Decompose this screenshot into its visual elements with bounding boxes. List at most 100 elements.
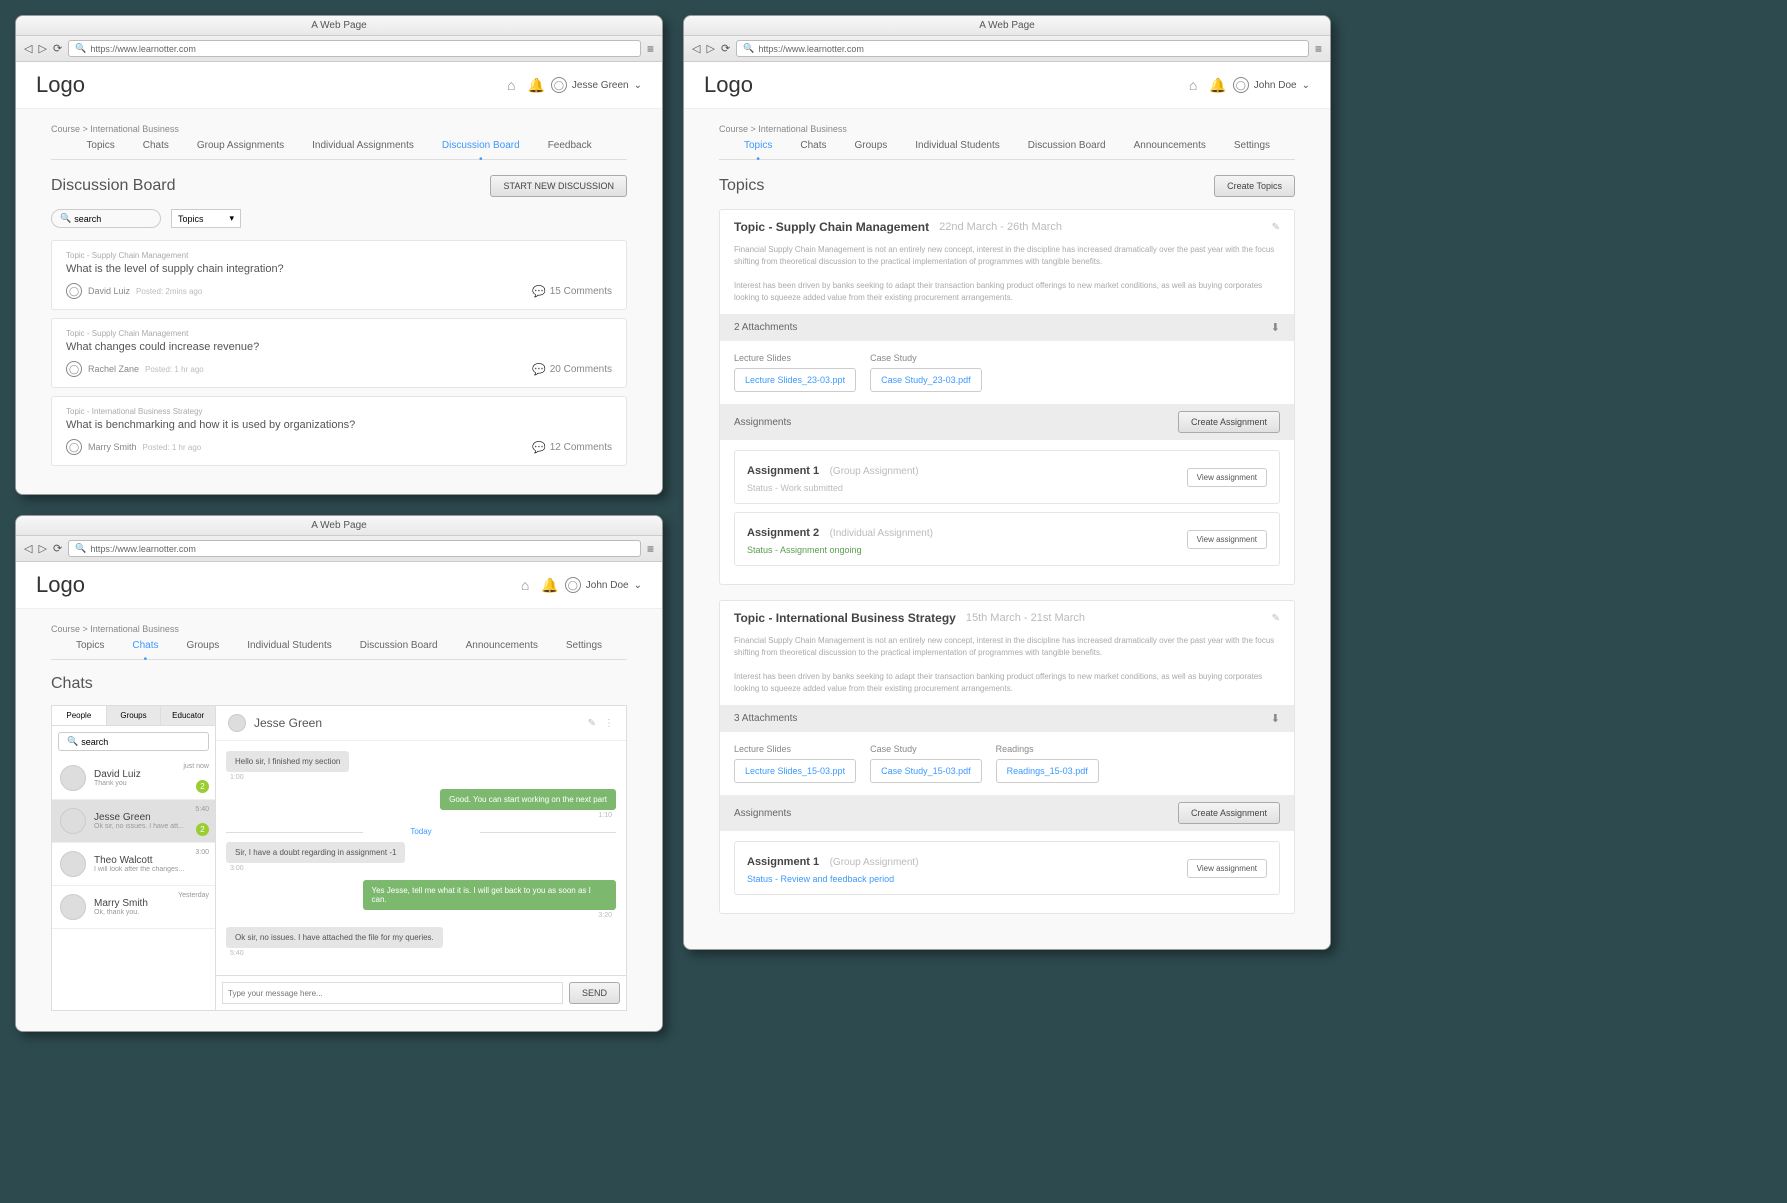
url-bar[interactable]: 🔍 https://www.learnotter.com xyxy=(736,40,1309,57)
edit-icon[interactable]: ✎ xyxy=(1272,222,1280,233)
message-bubble: Sir, I have a doubt regarding in assignm… xyxy=(226,842,405,863)
attachment: Case Study Case Study_23-03.pdf xyxy=(870,353,982,392)
forward-icon[interactable]: ▷ xyxy=(38,542,46,555)
tab-chats[interactable]: Chats xyxy=(132,640,158,651)
tab-announcements[interactable]: Announcements xyxy=(1134,140,1206,151)
contact-search[interactable]: 🔍 search xyxy=(58,732,209,751)
sidetab-educator[interactable]: Educator xyxy=(161,706,215,725)
post-time: Posted: 1 hr ago xyxy=(145,365,204,374)
tab-individual-assignments[interactable]: Individual Assignments xyxy=(312,140,414,151)
create-topics-button[interactable]: Create Topics xyxy=(1214,175,1295,197)
post-question: What changes could increase revenue? xyxy=(66,341,612,353)
tab-chats[interactable]: Chats xyxy=(800,140,826,151)
sidetab-people[interactable]: People xyxy=(52,706,107,725)
edit-icon[interactable]: ✎ xyxy=(588,718,596,729)
view-assignment-button[interactable]: View assignment xyxy=(1187,530,1267,549)
forward-icon[interactable]: ▷ xyxy=(706,42,714,55)
view-assignment-button[interactable]: View assignment xyxy=(1187,859,1267,878)
contact-name: Jesse Green xyxy=(94,812,207,823)
tab-discussion-board[interactable]: Discussion Board xyxy=(1028,140,1106,151)
message-input[interactable] xyxy=(222,982,563,1004)
home-icon[interactable]: ⌂ xyxy=(521,577,529,593)
message-time: 3:20 xyxy=(598,912,612,919)
post-topic: Topic - International Business Strategy xyxy=(66,407,612,416)
tab-group-assignments[interactable]: Group Assignments xyxy=(197,140,284,151)
contact-item[interactable]: David Luiz Thank you just now 2 xyxy=(52,757,215,800)
forward-icon[interactable]: ▷ xyxy=(38,42,46,55)
tab-discussion-board[interactable]: Discussion Board xyxy=(442,140,520,151)
logo: Logo xyxy=(704,72,1183,98)
more-icon[interactable]: ⋮ xyxy=(604,718,614,729)
menu-icon[interactable]: ≡ xyxy=(1315,42,1322,56)
contact-item[interactable]: Theo Walcott I will look after the chang… xyxy=(52,843,215,886)
url-bar[interactable]: 🔍 https://www.learnotter.com xyxy=(68,40,641,57)
discussion-post[interactable]: Topic - Supply Chain Management What is … xyxy=(51,240,627,310)
user-menu[interactable]: ◯Jesse Green ⌄ xyxy=(551,77,642,93)
start-discussion-button[interactable]: START NEW DISCUSSION xyxy=(490,175,627,197)
send-button[interactable]: SEND xyxy=(569,982,620,1004)
create-assignment-button[interactable]: Create Assignment xyxy=(1178,411,1280,433)
tab-groups[interactable]: Groups xyxy=(186,640,219,651)
tab-topics[interactable]: Topics xyxy=(744,140,772,151)
filter-dropdown[interactable]: Topics▾ xyxy=(171,209,241,228)
attachment-file[interactable]: Lecture Slides_23-03.ppt xyxy=(734,368,856,392)
logo: Logo xyxy=(36,572,515,598)
bell-icon[interactable]: 🔔 xyxy=(1209,77,1226,94)
menu-icon[interactable]: ≡ xyxy=(647,542,654,556)
url-bar[interactable]: 🔍 https://www.learnotter.com xyxy=(68,540,641,557)
reload-icon[interactable]: ⟳ xyxy=(721,42,730,55)
tab-announcements[interactable]: Announcements xyxy=(466,640,538,651)
menu-icon[interactable]: ≡ xyxy=(647,42,654,56)
bell-icon[interactable]: 🔔 xyxy=(541,577,558,594)
comments-count[interactable]: 💬 20 Comments xyxy=(532,363,612,376)
user-menu[interactable]: ◯John Doe ⌄ xyxy=(1233,77,1310,93)
search-input[interactable]: 🔍 search xyxy=(51,209,161,228)
contact-item[interactable]: Jesse Green Ok sir, no issues. I have at… xyxy=(52,800,215,843)
breadcrumb[interactable]: Course > International Business xyxy=(51,624,627,634)
view-assignment-button[interactable]: View assignment xyxy=(1187,468,1267,487)
nav-tabs: Topics Chats Groups Individual Students Disc… xyxy=(719,140,1295,160)
back-icon[interactable]: ◁ xyxy=(24,542,32,555)
tab-chats[interactable]: Chats xyxy=(143,140,169,151)
attachment-file[interactable]: Case Study_23-03.pdf xyxy=(870,368,982,392)
contact-name: Theo Walcott xyxy=(94,855,207,866)
home-icon[interactable]: ⌂ xyxy=(1189,77,1197,93)
contact-time: Yesterday xyxy=(178,892,209,899)
avatar xyxy=(60,894,86,920)
attachment-file[interactable]: Readings_15-03.pdf xyxy=(996,759,1099,783)
back-icon[interactable]: ◁ xyxy=(692,42,700,55)
reload-icon[interactable]: ⟳ xyxy=(53,542,62,555)
home-icon[interactable]: ⌂ xyxy=(507,77,515,93)
unread-badge: 2 xyxy=(196,780,209,793)
edit-icon[interactable]: ✎ xyxy=(1272,613,1280,624)
tab-settings[interactable]: Settings xyxy=(1234,140,1270,151)
contact-preview: Thank you xyxy=(94,780,207,787)
day-separator: Today xyxy=(226,827,616,836)
discussion-post[interactable]: Topic - International Business Strategy … xyxy=(51,396,627,466)
comments-count[interactable]: 💬 12 Comments xyxy=(532,441,612,454)
download-icon[interactable]: ⬇ xyxy=(1271,321,1280,334)
attachment-file[interactable]: Case Study_15-03.pdf xyxy=(870,759,982,783)
tab-individual-students[interactable]: Individual Students xyxy=(915,140,1000,151)
sidetab-groups[interactable]: Groups xyxy=(107,706,162,725)
create-assignment-button[interactable]: Create Assignment xyxy=(1178,802,1280,824)
assignment-type: (Group Assignment) xyxy=(830,857,919,868)
tab-groups[interactable]: Groups xyxy=(854,140,887,151)
back-icon[interactable]: ◁ xyxy=(24,42,32,55)
tab-topics[interactable]: Topics xyxy=(76,640,104,651)
tab-feedback[interactable]: Feedback xyxy=(548,140,592,151)
tab-settings[interactable]: Settings xyxy=(566,640,602,651)
download-icon[interactable]: ⬇ xyxy=(1271,712,1280,725)
reload-icon[interactable]: ⟳ xyxy=(53,42,62,55)
user-menu[interactable]: ◯John Doe ⌄ xyxy=(565,577,642,593)
bell-icon[interactable]: 🔔 xyxy=(527,77,544,94)
discussion-post[interactable]: Topic - Supply Chain Management What cha… xyxy=(51,318,627,388)
attachment-file[interactable]: Lecture Slides_15-03.ppt xyxy=(734,759,856,783)
tab-discussion-board[interactable]: Discussion Board xyxy=(360,640,438,651)
breadcrumb[interactable]: Course > International Business xyxy=(719,124,1295,134)
tab-individual-students[interactable]: Individual Students xyxy=(247,640,332,651)
comments-count[interactable]: 💬 15 Comments xyxy=(532,285,612,298)
breadcrumb[interactable]: Course > International Business xyxy=(51,124,627,134)
tab-topics[interactable]: Topics xyxy=(86,140,114,151)
contact-item[interactable]: Marry Smith Ok, thank you. Yesterday xyxy=(52,886,215,929)
